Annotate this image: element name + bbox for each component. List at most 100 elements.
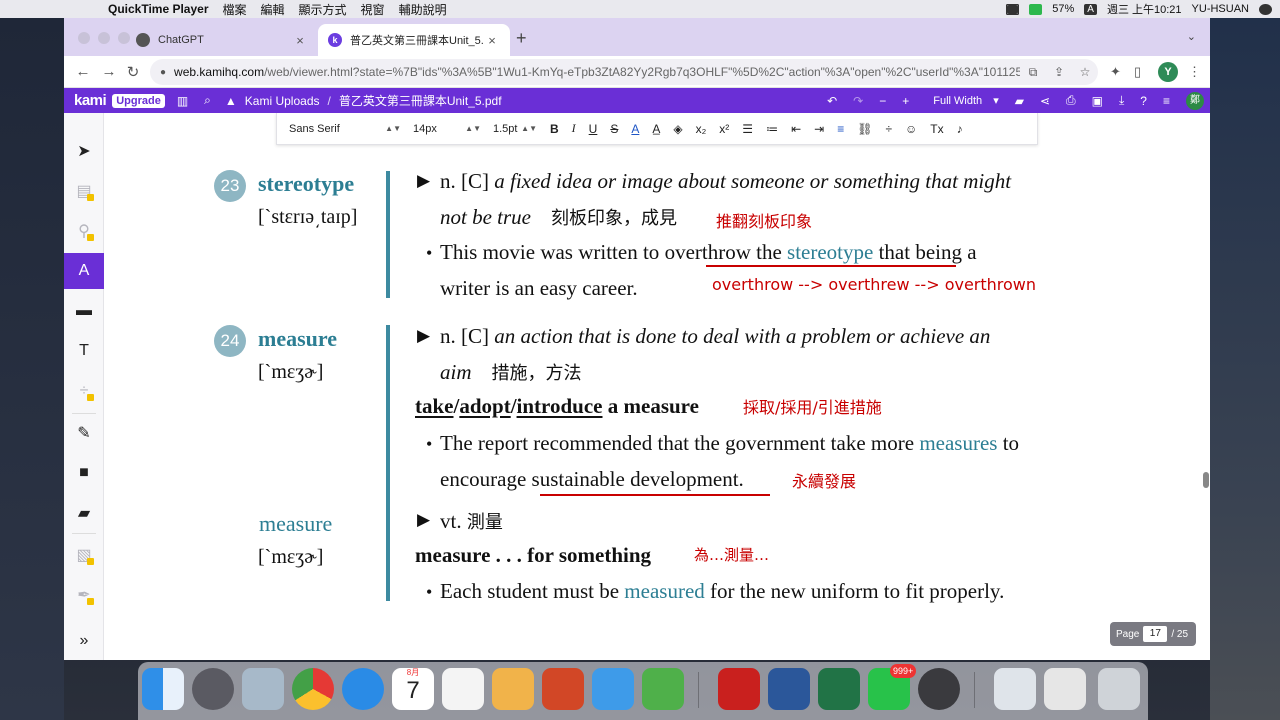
indent-icon[interactable]: ⇥ — [814, 122, 824, 136]
side-panel-icon[interactable]: ▯ — [1134, 64, 1141, 80]
breadcrumb-folder[interactable]: Kami Uploads — [245, 94, 320, 108]
menu-file[interactable]: 檔案 — [223, 1, 247, 18]
quicktime-icon[interactable] — [918, 668, 960, 710]
tab-chatgpt[interactable]: ChatGPT × — [126, 24, 318, 56]
close-tab-icon[interactable]: × — [292, 33, 308, 48]
zoom-mode-select[interactable]: Full Width ▾ — [925, 94, 998, 107]
reminders-icon[interactable] — [442, 668, 484, 710]
dictionary-tool-icon[interactable]: ▤ — [64, 173, 104, 209]
back-button[interactable]: ← — [74, 63, 92, 80]
line-height-select[interactable]: 1.5pt ▲▼ — [493, 123, 537, 135]
link-icon[interactable]: ⛓ — [857, 122, 872, 136]
font-color-button[interactable]: A — [631, 122, 639, 136]
ocr-tool-icon[interactable]: ⚲ — [64, 213, 104, 249]
extensions-icon[interactable]: ✦ — [1110, 64, 1121, 80]
equation-tool-icon[interactable]: ÷ — [64, 373, 104, 409]
site-info-icon[interactable]: ● — [160, 67, 166, 78]
keynote-icon[interactable] — [592, 668, 634, 710]
numbered-list-icon[interactable]: ☰ — [742, 122, 753, 136]
sidebar-toggle-icon[interactable]: ▥ — [177, 94, 188, 108]
url-text[interactable]: web.kamihq.com/web/viewer.html?state=%7B… — [174, 65, 1020, 79]
undo-icon[interactable]: ↶ — [827, 94, 837, 108]
numbers-icon[interactable] — [642, 668, 684, 710]
text-markup-tool-icon[interactable]: A — [64, 253, 104, 289]
clear-format-icon[interactable]: Tx — [930, 122, 943, 136]
redo-icon[interactable]: ↷ — [853, 94, 863, 108]
outdent-icon[interactable]: ⇤ — [791, 122, 801, 136]
breadcrumb-file[interactable]: 普乙英文第三冊課本Unit_5.pdf — [339, 92, 502, 109]
upgrade-button[interactable]: Upgrade — [112, 93, 165, 108]
highlight-color-icon[interactable]: A̲ — [652, 122, 660, 136]
font-family-select[interactable]: Sans Serif ▲▼ — [289, 123, 401, 135]
subscript-button[interactable]: x₂ — [696, 122, 707, 136]
emoji-icon[interactable]: ☺ — [905, 122, 917, 136]
calendar-icon[interactable]: 8月 7 — [392, 668, 434, 710]
underline-button[interactable]: U — [589, 122, 598, 136]
minimize-window-button[interactable] — [98, 32, 110, 44]
zoom-out-icon[interactable]: − — [879, 94, 886, 108]
bold-button[interactable]: B — [550, 122, 559, 136]
acrobat-icon[interactable] — [718, 668, 760, 710]
reload-button[interactable]: ↻ — [124, 63, 142, 81]
powerpoint-icon[interactable] — [542, 668, 584, 710]
close-window-button[interactable] — [78, 32, 90, 44]
forward-button[interactable]: → — [100, 63, 118, 80]
page-number-input[interactable]: 17 — [1143, 626, 1168, 642]
siri-icon[interactable] — [1259, 3, 1272, 15]
excel-icon[interactable] — [818, 668, 860, 710]
open-in-app-icon[interactable]: ⧉ — [1020, 65, 1046, 80]
word-icon[interactable] — [768, 668, 810, 710]
minimized-window-thumb[interactable] — [994, 668, 1036, 710]
menu-window[interactable]: 視窗 — [361, 1, 385, 18]
signature-tool-icon[interactable]: ✒ — [64, 577, 104, 613]
help-icon[interactable]: ? — [1140, 94, 1147, 108]
new-tab-button[interactable]: + — [516, 28, 527, 49]
fill-bucket-icon[interactable]: ◈ — [673, 122, 682, 136]
minimized-window-thumb[interactable] — [1044, 668, 1086, 710]
zoom-in-icon[interactable]: + — [902, 94, 909, 108]
safari-icon[interactable] — [342, 668, 384, 710]
page-scrollbar-thumb[interactable] — [1203, 472, 1209, 488]
trash-icon[interactable] — [1098, 668, 1140, 710]
bookmark-star-icon[interactable]: ☆ — [1072, 65, 1098, 79]
search-icon[interactable]: ⌕ — [204, 93, 211, 108]
url-field[interactable]: ● web.kamihq.com/web/viewer.html?state=%… — [150, 59, 1098, 85]
tab-search-chevron-icon[interactable]: ⌄ — [1187, 30, 1196, 43]
menu-app-name[interactable]: QuickTime Player — [108, 2, 209, 16]
menu-user[interactable]: YU-HSUAN — [1192, 3, 1249, 15]
control-center-icon[interactable] — [1006, 3, 1020, 15]
strikethrough-button[interactable]: S — [610, 122, 618, 136]
input-source-icon[interactable]: A — [1084, 3, 1097, 15]
launchpad-icon[interactable] — [192, 668, 234, 710]
drive-icon[interactable]: ▲ — [225, 94, 237, 108]
shapes-tool-icon[interactable]: ■ — [64, 455, 104, 491]
save-icon[interactable]: ▣ — [1092, 94, 1103, 108]
kami-logo[interactable]: kami — [74, 92, 107, 109]
close-tab-icon[interactable]: × — [484, 33, 500, 48]
profile-avatar[interactable]: Y — [1158, 62, 1178, 82]
drawing-tool-icon[interactable]: ✎ — [64, 415, 104, 451]
equation-lock-icon[interactable]: ÷ — [885, 122, 892, 136]
add-image-tool-icon[interactable]: ▧ — [64, 537, 104, 573]
menu-view[interactable]: 顯示方式 — [299, 1, 347, 18]
text-box-tool-icon[interactable]: T — [64, 333, 104, 369]
italic-button[interactable]: I — [572, 121, 576, 136]
share-page-icon[interactable]: ⇪ — [1046, 65, 1072, 79]
line-status-icon[interactable] — [1029, 3, 1043, 15]
menu-edit[interactable]: 編輯 — [261, 1, 285, 18]
align-icon[interactable]: ≡ — [837, 122, 844, 136]
menu-clock[interactable]: 週三 上午10:21 — [1107, 1, 1182, 17]
share-icon[interactable]: ⋖ — [1040, 94, 1050, 108]
account-avatar[interactable]: 鄭 — [1186, 91, 1204, 110]
comment-tool-icon[interactable]: ▬ — [64, 293, 104, 329]
chrome-icon[interactable] — [292, 668, 334, 710]
finder-icon[interactable] — [142, 668, 184, 710]
tab-kami-pdf[interactable]: k 普乙英文第三冊課本Unit_5.pdf × — [318, 24, 510, 56]
voice-lock-icon[interactable]: ♪ — [957, 122, 963, 136]
bulleted-list-icon[interactable]: ≔ — [766, 122, 778, 136]
browser-menu-icon[interactable]: ⋮ — [1188, 64, 1201, 80]
select-tool-icon[interactable]: ➤ — [64, 133, 104, 169]
font-size-select[interactable]: 14px ▲▼ — [413, 123, 481, 135]
open-folder-icon[interactable]: ▰ — [1015, 94, 1024, 108]
superscript-button[interactable]: x² — [719, 122, 729, 136]
